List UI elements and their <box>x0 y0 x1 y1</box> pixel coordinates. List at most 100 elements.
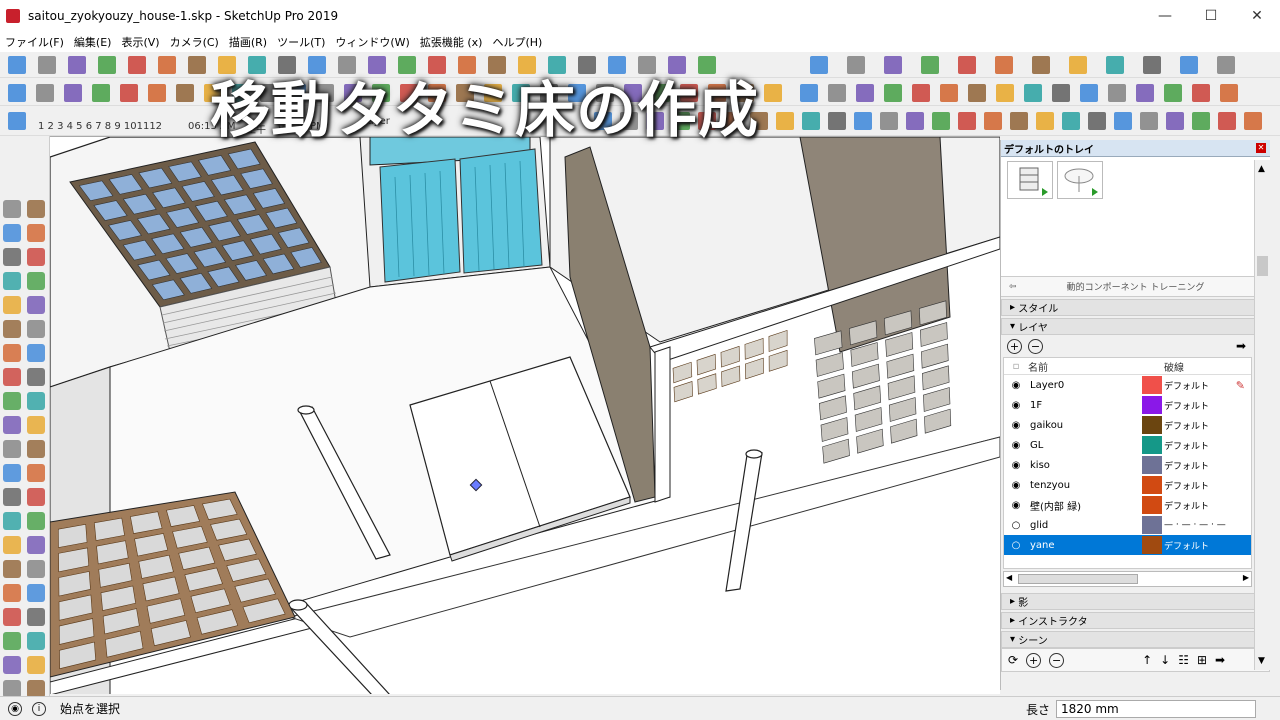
toolbar3-tool-icon[interactable] <box>1088 112 1106 130</box>
toolbar2-tool-icon[interactable] <box>8 84 26 102</box>
toolbar3-tool-icon[interactable] <box>906 112 924 130</box>
shelf-component-thumb[interactable] <box>1007 161 1053 199</box>
toolbar2-tool-icon[interactable] <box>764 84 782 102</box>
toolbar3-tool-icon[interactable] <box>984 112 1002 130</box>
sidebar-tool-icon[interactable] <box>3 200 21 218</box>
toolbar1b-tool-icon[interactable] <box>810 56 828 74</box>
sidebar-tool-icon[interactable] <box>3 536 21 554</box>
toolbar3-tool-icon[interactable] <box>1010 112 1028 130</box>
toolbar3-tool-icon[interactable] <box>1062 112 1080 130</box>
menu-help[interactable]: ヘルプ(H) <box>487 34 547 50</box>
eye-icon[interactable]: ◉ <box>1004 480 1028 491</box>
table-component-thumb[interactable] <box>1057 161 1103 199</box>
menu-view[interactable]: 表示(V) <box>116 34 164 50</box>
sidebar-tool-icon[interactable] <box>3 272 21 290</box>
toolbar1b-tool-icon[interactable] <box>995 56 1013 74</box>
toolbar2b-tool-icon[interactable] <box>856 84 874 102</box>
layer-row[interactable]: ◉ gaikou デフォルト <box>1004 415 1251 435</box>
toolbar1b-tool-icon[interactable] <box>921 56 939 74</box>
sidebar-tool-icon[interactable] <box>27 440 45 458</box>
toolbar2b-tool-icon[interactable] <box>1164 84 1182 102</box>
layer-dash[interactable]: — · — · — · — <box>1164 520 1226 530</box>
section-scenes[interactable]: ▾ シーン✕ <box>1001 631 1270 648</box>
layer-dash[interactable]: デフォルト <box>1164 499 1209 512</box>
toolbar3-tool-icon[interactable] <box>1192 112 1210 130</box>
toolbar1b-tool-icon[interactable] <box>884 56 902 74</box>
layer-row[interactable]: ◉ tenzyou デフォルト <box>1004 475 1251 495</box>
sidebar-tool-icon[interactable] <box>27 512 45 530</box>
layer-color-swatch[interactable] <box>1142 496 1162 514</box>
scene-down-icon[interactable]: ↓ <box>1160 653 1170 667</box>
sidebar-tool-icon[interactable] <box>3 320 21 338</box>
toolbar2b-tool-icon[interactable] <box>1108 84 1126 102</box>
layer-row[interactable]: ◉ GL デフォルト <box>1004 435 1251 455</box>
sidebar-tool-icon[interactable] <box>3 656 21 674</box>
layer-dash[interactable]: デフォルト <box>1164 419 1209 432</box>
toolbar2b-tool-icon[interactable] <box>800 84 818 102</box>
toolbar3-tool-icon[interactable] <box>854 112 872 130</box>
sidebar-tool-icon[interactable] <box>27 320 45 338</box>
toolbar1b-tool-icon[interactable] <box>1143 56 1161 74</box>
scene-filter-icon[interactable]: ⊞ <box>1197 653 1207 667</box>
sidebar-tool-icon[interactable] <box>3 632 21 650</box>
toolbar1b-tool-icon[interactable] <box>958 56 976 74</box>
toolbar2b-tool-icon[interactable] <box>828 84 846 102</box>
sidebar-tool-icon[interactable] <box>27 632 45 650</box>
toolbar1b-tool-icon[interactable] <box>1217 56 1235 74</box>
toolbar2b-tool-icon[interactable] <box>968 84 986 102</box>
info-icon[interactable]: i <box>32 701 46 716</box>
toolbar1-tool-icon[interactable] <box>98 56 116 74</box>
layer-row[interactable]: ◉ 壁(内部 緑) デフォルト <box>1004 495 1251 515</box>
remove-scene-icon[interactable]: − <box>1049 652 1065 668</box>
layer-color-swatch[interactable] <box>1142 376 1162 394</box>
measurements-input[interactable]: 1820 mm <box>1056 700 1256 718</box>
eye-icon[interactable]: ◉ <box>1004 400 1028 411</box>
toolbar1-tool-icon[interactable] <box>38 56 56 74</box>
sidebar-tool-icon[interactable] <box>27 584 45 602</box>
sidebar-tool-icon[interactable] <box>3 560 21 578</box>
sidebar-tool-icon[interactable] <box>3 512 21 530</box>
layer-row[interactable]: ◉ kiso デフォルト <box>1004 455 1251 475</box>
layer-row[interactable]: ○ glid — · — · — · — <box>1004 515 1251 535</box>
menu-extensions[interactable]: 拡張機能 (x) <box>415 34 488 50</box>
toolbar2-tool-icon[interactable] <box>120 84 138 102</box>
sidebar-tool-icon[interactable] <box>27 608 45 626</box>
toolbar1b-tool-icon[interactable] <box>1106 56 1124 74</box>
toolbar3-tool-icon[interactable] <box>1218 112 1236 130</box>
eye-icon[interactable]: ◉ <box>1004 380 1028 391</box>
toolbar3-tool-icon[interactable] <box>1140 112 1158 130</box>
sidebar-tool-icon[interactable] <box>27 464 45 482</box>
toolbar3-tool-icon[interactable] <box>1244 112 1262 130</box>
layer-row[interactable]: ○ yane デフォルト <box>1004 535 1251 555</box>
sidebar-tool-icon[interactable] <box>3 392 21 410</box>
layer-color-swatch[interactable] <box>1142 436 1162 454</box>
toolbar3-tool-icon[interactable] <box>1166 112 1184 130</box>
toolbar2-tool-icon[interactable] <box>148 84 166 102</box>
toolbar2b-tool-icon[interactable] <box>912 84 930 102</box>
toolbar1b-tool-icon[interactable] <box>1032 56 1050 74</box>
section-style[interactable]: ▸ スタイル✕ <box>1001 299 1270 316</box>
tray-vscrollbar[interactable]: ▲ ▼ <box>1254 160 1270 670</box>
sidebar-tool-icon[interactable] <box>27 224 45 242</box>
toolbar1-tool-icon[interactable] <box>128 56 146 74</box>
menu-edit[interactable]: 編集(E) <box>69 34 117 50</box>
scene-view-options-icon[interactable]: ☷ <box>1178 653 1189 667</box>
eye-icon[interactable]: ◉ <box>1004 460 1028 471</box>
sidebar-tool-icon[interactable] <box>3 464 21 482</box>
geo-location-icon[interactable]: ◉ <box>8 701 22 716</box>
toolbar3-tool-icon[interactable] <box>932 112 950 130</box>
toolbar2b-tool-icon[interactable] <box>1136 84 1154 102</box>
toolbar2-tool-icon[interactable] <box>36 84 54 102</box>
toolbar2-tool-icon[interactable] <box>92 84 110 102</box>
layer-dash[interactable]: デフォルト <box>1164 479 1209 492</box>
name-header[interactable]: 名前 <box>1028 359 1164 374</box>
eye-icon[interactable]: ◉ <box>1004 440 1028 451</box>
eye-icon[interactable]: ◉ <box>1004 500 1028 511</box>
sidebar-tool-icon[interactable] <box>27 416 45 434</box>
toolbar1-tool-icon[interactable] <box>158 56 176 74</box>
toolbar2-tool-icon[interactable] <box>176 84 194 102</box>
toolbar3-tool-icon[interactable] <box>802 112 820 130</box>
sidebar-tool-icon[interactable] <box>27 272 45 290</box>
toolbar2-tool-icon[interactable] <box>64 84 82 102</box>
toolbar2b-tool-icon[interactable] <box>1220 84 1238 102</box>
